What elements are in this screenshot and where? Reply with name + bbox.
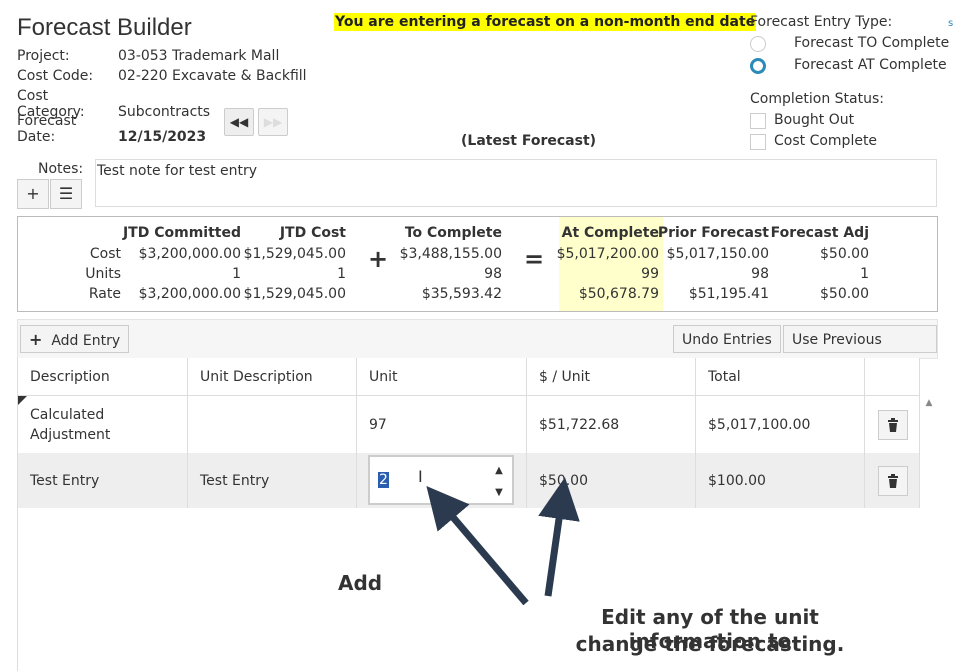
annotation-arrows — [426, 477, 580, 606]
annotation-add: Add — [338, 571, 383, 595]
arrow-to-unit — [426, 486, 529, 606]
annotation-edit-line2: change the forecasting. — [575, 632, 845, 656]
arrow-to-per-unit — [538, 477, 580, 597]
